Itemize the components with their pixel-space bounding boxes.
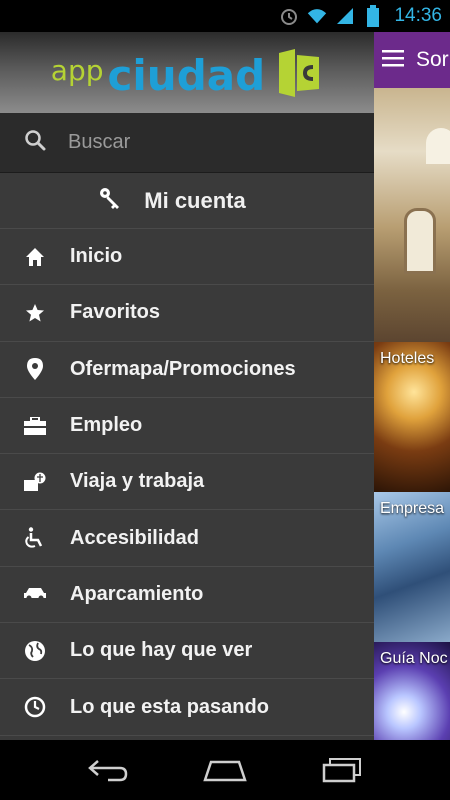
recent-apps-icon[interactable] bbox=[312, 750, 372, 790]
menu-item-label: Ofermapa/Promociones bbox=[70, 357, 296, 380]
home-icon bbox=[24, 246, 46, 268]
tile-label: Hoteles bbox=[380, 350, 435, 367]
globe-icon bbox=[24, 640, 46, 662]
hamburger-menu-icon[interactable] bbox=[382, 49, 404, 72]
logo-mark-icon bbox=[279, 48, 320, 97]
clock-icon bbox=[24, 696, 46, 718]
search-input[interactable] bbox=[68, 131, 328, 154]
account-label: Mi cuenta bbox=[144, 187, 246, 213]
menu-item-lo-que-esta-pasando[interactable]: Lo que esta pasando bbox=[0, 679, 374, 736]
travel-icon bbox=[24, 471, 46, 493]
app-logo: app ciudad bbox=[50, 48, 323, 100]
tile-hoteles[interactable]: Hoteles bbox=[374, 342, 450, 492]
menu-item-aparcamiento[interactable]: Aparcamiento bbox=[0, 567, 374, 624]
menu-item-label: Lo que esta pasando bbox=[70, 695, 269, 718]
menu-item-label: Aparcamiento bbox=[70, 582, 204, 605]
action-bar-title: Sor bbox=[416, 48, 449, 71]
map-pin-icon bbox=[24, 358, 46, 381]
menu-item-viaja-y-trabaja[interactable]: Viaja y trabaja bbox=[0, 454, 374, 511]
tile-guia-noche[interactable]: Guía Noc bbox=[374, 642, 450, 740]
menu-item-lo-que-hay-que-ver[interactable]: Lo que hay que ver bbox=[0, 623, 374, 680]
menu-item-inicio[interactable]: Inicio bbox=[0, 229, 374, 286]
star-icon bbox=[24, 302, 46, 324]
tile-label: Guía Noc bbox=[380, 650, 448, 667]
menu-item-label: Lo que hay que ver bbox=[70, 639, 253, 662]
alarm-icon bbox=[278, 5, 300, 27]
battery-icon bbox=[362, 5, 384, 27]
status-time: 14:36 bbox=[394, 5, 442, 26]
system-nav-bar bbox=[0, 740, 450, 800]
account-button[interactable]: Mi cuenta bbox=[0, 173, 374, 229]
car-icon bbox=[24, 583, 46, 605]
main-content: Sor Hoteles Empresa Guía Noc bbox=[374, 32, 450, 740]
menu-item-ofermapa[interactable]: Ofermapa/Promociones bbox=[0, 342, 374, 398]
navigation-drawer: app ciudad Mi cuenta Inicio Favorit bbox=[0, 32, 374, 740]
back-icon[interactable] bbox=[78, 750, 138, 790]
menu-item-label: Favoritos bbox=[70, 301, 161, 324]
wheelchair-icon bbox=[24, 527, 46, 549]
logo-app-text: app bbox=[50, 53, 104, 87]
key-icon bbox=[98, 186, 122, 216]
menu-item-favoritos[interactable]: Favoritos bbox=[0, 285, 374, 342]
search-icon bbox=[24, 129, 46, 156]
signal-icon bbox=[334, 5, 356, 27]
tile-empresa[interactable]: Empresa bbox=[374, 492, 450, 642]
drawer-header: app ciudad bbox=[0, 32, 374, 113]
briefcase-icon bbox=[24, 415, 46, 437]
menu-item-label: Viaja y trabaja bbox=[70, 470, 205, 493]
tile-cathedral[interactable] bbox=[374, 88, 450, 342]
wifi-icon bbox=[306, 5, 328, 27]
menu-item-empleo[interactable]: Empleo bbox=[0, 398, 374, 455]
tile-label: Empresa bbox=[380, 500, 445, 517]
search-bar bbox=[0, 113, 374, 173]
menu-item-label: Empleo bbox=[70, 414, 143, 437]
status-bar: 14:36 bbox=[0, 0, 450, 32]
action-bar: Sor bbox=[374, 32, 450, 88]
menu-item-label: Inicio bbox=[70, 245, 123, 268]
logo-ciudad-text: ciudad bbox=[107, 50, 266, 100]
menu-item-label: Accesibilidad bbox=[70, 526, 199, 549]
home-icon[interactable] bbox=[195, 750, 255, 790]
menu-item-accesibilidad[interactable]: Accesibilidad bbox=[0, 510, 374, 567]
